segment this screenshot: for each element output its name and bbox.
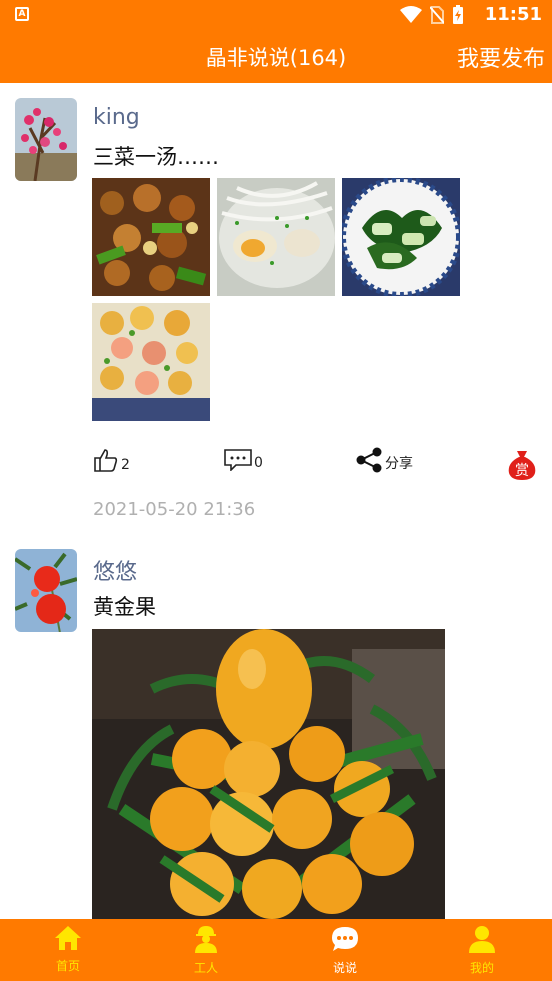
no-sim-icon <box>430 6 444 24</box>
avatar[interactable] <box>15 98 77 181</box>
nav-item-profile[interactable]: 我的 <box>442 925 522 976</box>
post-content: 三菜一汤…… <box>93 145 219 169</box>
nav-label: 说说 <box>332 961 357 975</box>
thumbs-up-icon <box>94 449 118 472</box>
post-username[interactable]: 悠悠 <box>93 554 137 586</box>
post-actions: 2 0 分享 赏 <box>0 443 552 483</box>
reward-button[interactable]: 赏 <box>507 449 537 481</box>
money-bag-icon: 赏 <box>508 451 536 480</box>
post-photo[interactable] <box>92 303 210 421</box>
post-photo[interactable] <box>92 629 445 919</box>
nav-item-moments[interactable]: 说说 <box>305 925 385 976</box>
app-bar: 晶非说说(164) 我要发布 <box>0 30 552 83</box>
like-button[interactable]: 2 <box>93 447 130 473</box>
home-icon <box>55 926 81 950</box>
nav-item-home[interactable]: 首页 <box>28 925 108 974</box>
post-content: 黄金果 <box>93 595 156 619</box>
nav-label: 我的 <box>469 961 494 975</box>
publish-button[interactable]: 我要发布 <box>457 41 545 73</box>
app-notification-icon: A <box>15 7 29 21</box>
post-username[interactable]: king <box>93 105 140 130</box>
like-count: 2 <box>121 457 130 473</box>
comment-button[interactable]: 0 <box>224 449 263 471</box>
post-photo[interactable] <box>92 178 210 296</box>
status-bar: A 11:51 <box>0 0 552 30</box>
wifi-icon <box>400 6 422 23</box>
share-button[interactable]: 分享 <box>355 447 413 473</box>
nav-label: 首页 <box>55 959 80 973</box>
post-timestamp: 2021-05-20 21:36 <box>93 499 256 520</box>
share-icon <box>356 447 382 473</box>
bottom-navigation: 首页 工人 说说 我的 <box>0 919 552 981</box>
post-photo[interactable] <box>217 178 335 296</box>
post-photo[interactable] <box>342 178 460 296</box>
share-label: 分享 <box>385 456 413 472</box>
comment-count: 0 <box>254 455 263 471</box>
chat-icon <box>332 927 358 951</box>
nav-label: 工人 <box>193 961 218 975</box>
status-time: 11:51 <box>484 4 542 25</box>
avatar[interactable] <box>15 549 77 632</box>
nav-item-workers[interactable]: 工人 <box>166 925 246 976</box>
worker-icon <box>195 926 217 953</box>
battery-charging-icon <box>453 5 463 24</box>
reward-label: 赏 <box>515 463 529 479</box>
person-icon <box>469 926 495 953</box>
comment-icon <box>224 449 252 471</box>
